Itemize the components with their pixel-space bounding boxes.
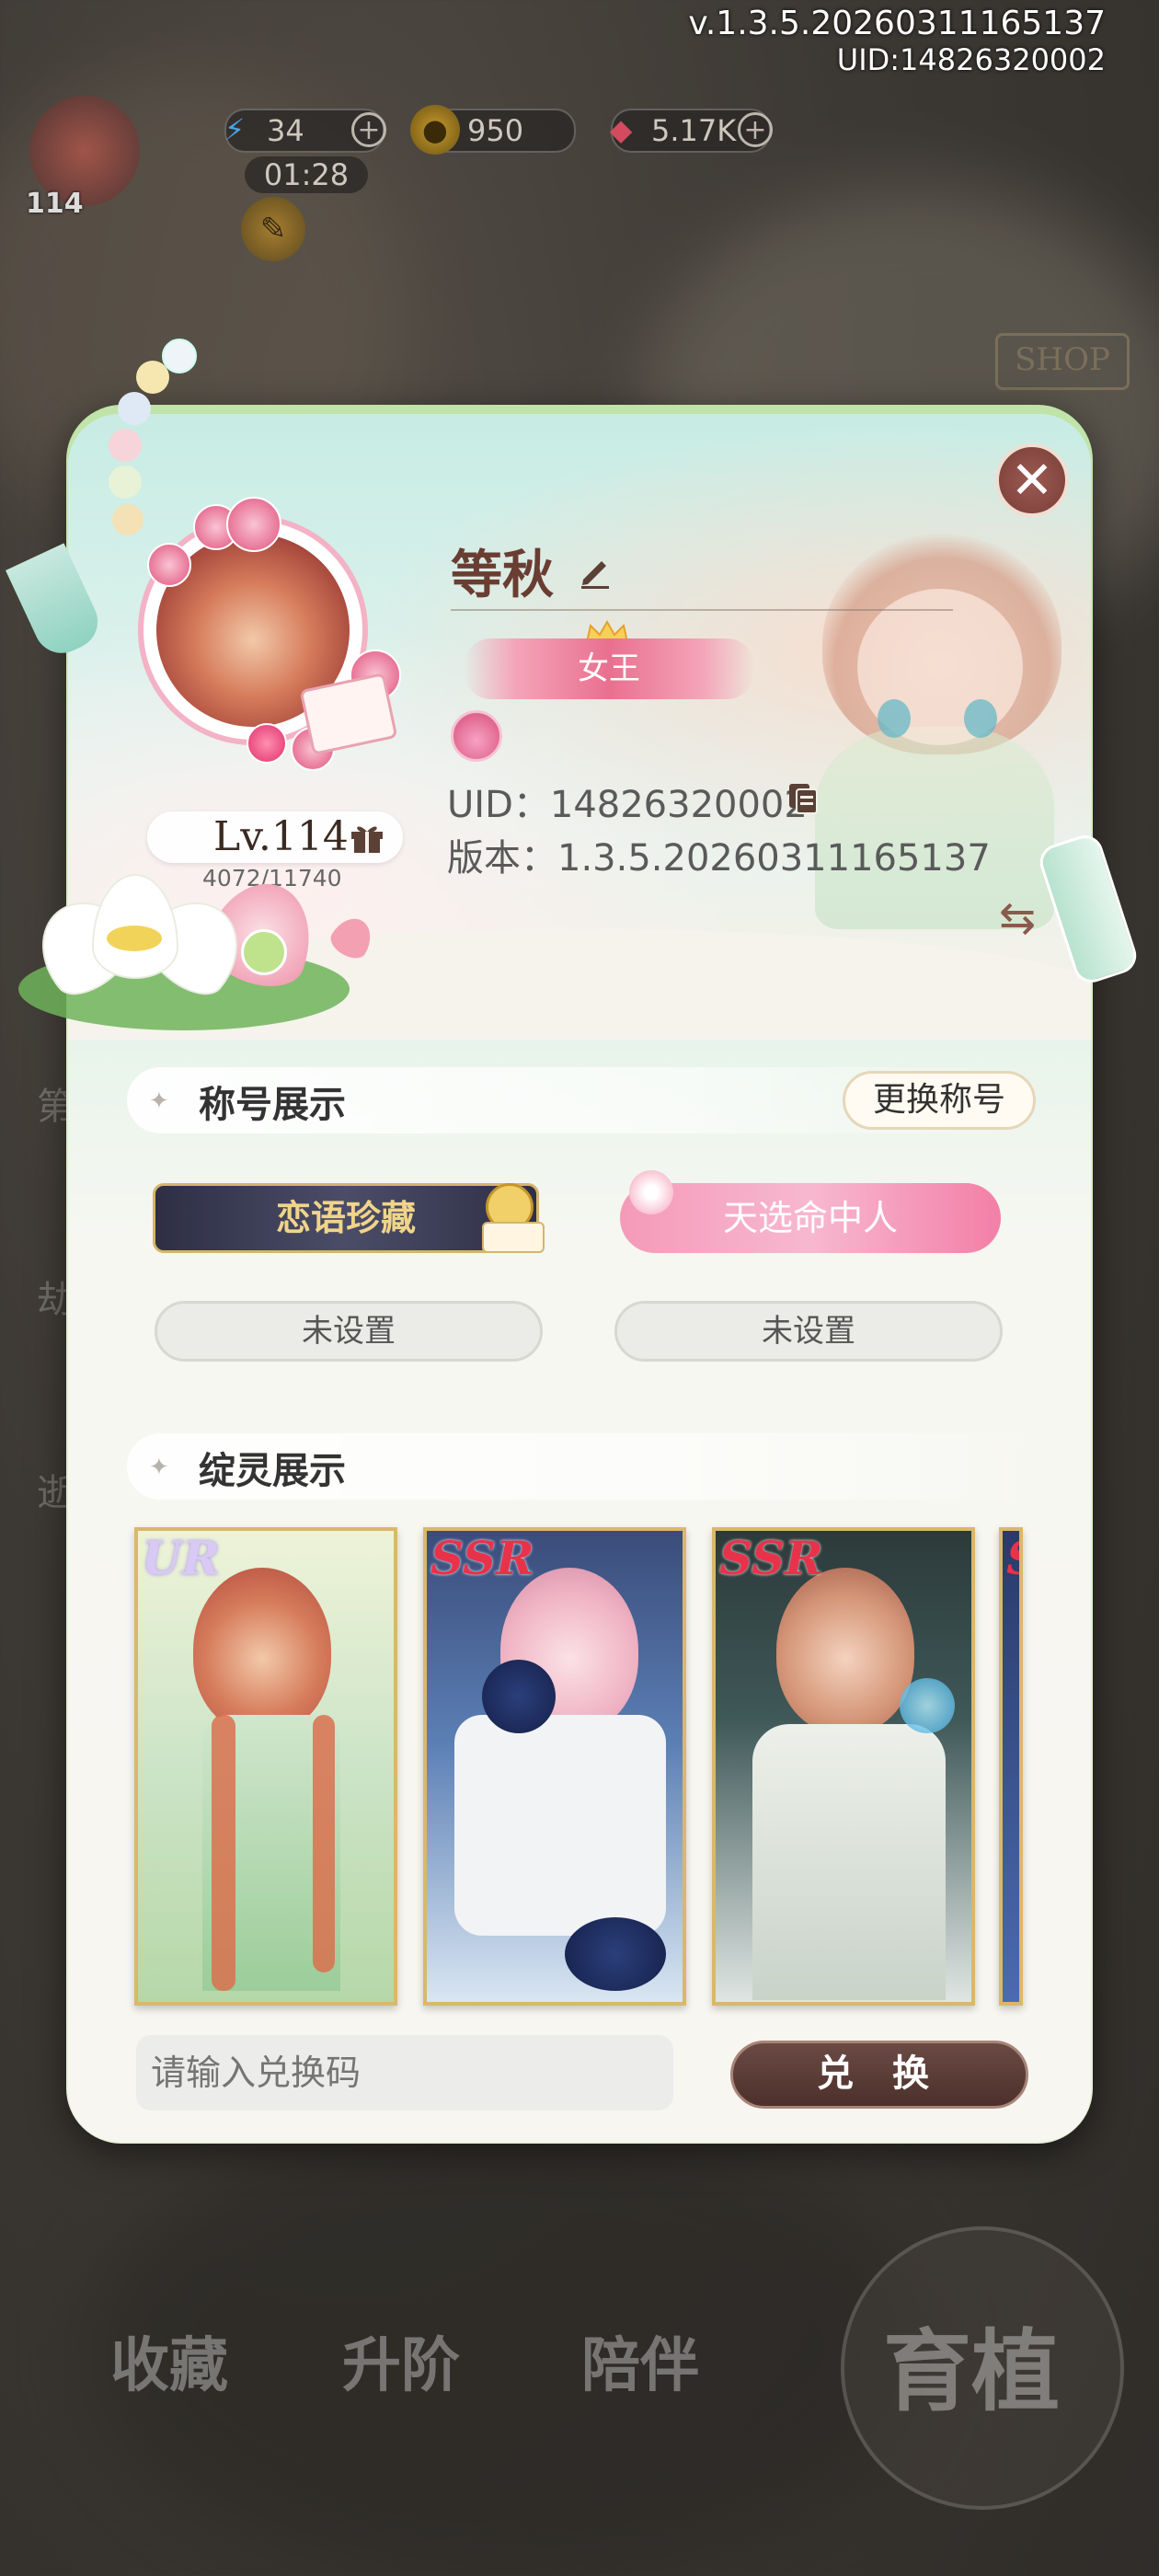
rose-decoration bbox=[226, 497, 281, 552]
close-button[interactable]: ✕ bbox=[995, 443, 1069, 517]
shop-sign[interactable]: SHOP bbox=[995, 333, 1130, 390]
nav-upgrade[interactable]: 升阶 bbox=[342, 2318, 460, 2403]
player-level: Lv.114 bbox=[213, 813, 349, 860]
version-text: v.1.3.5.20260311165137 bbox=[688, 5, 1106, 42]
heart-decoration bbox=[247, 723, 287, 764]
gold-counter: ● 950 bbox=[410, 105, 576, 155]
sparkle-icon: ✦ bbox=[149, 1087, 169, 1115]
cards-section-title: 绽灵展示 bbox=[199, 1449, 346, 1492]
chibi-eye bbox=[964, 699, 997, 738]
player-name: 等秋 bbox=[451, 545, 554, 605]
gramophone-icon bbox=[476, 1174, 548, 1257]
redeem-code-input[interactable] bbox=[136, 2035, 673, 2110]
copy-icon[interactable] bbox=[787, 782, 819, 815]
change-title-button[interactable]: 更换称号 bbox=[843, 1071, 1036, 1130]
card-item[interactable]: UR bbox=[134, 1527, 397, 2006]
title-badge-slot-2[interactable]: 天选命中人 bbox=[620, 1183, 1001, 1253]
player-level-small: 114 bbox=[26, 188, 84, 220]
coin-icon: ● bbox=[410, 105, 460, 155]
card-rarity: SSR bbox=[719, 1531, 823, 1585]
rose-decoration bbox=[147, 543, 191, 587]
gem-counter[interactable]: ◆ 5.17K + bbox=[610, 109, 773, 153]
swap-icon[interactable]: ⇆ bbox=[999, 892, 1036, 944]
pencil-icon[interactable] bbox=[578, 552, 614, 589]
nav-accompany[interactable]: 陪伴 bbox=[581, 2318, 699, 2403]
sparkle-icon: ✦ bbox=[149, 1454, 169, 1481]
card-figure bbox=[454, 1715, 666, 1936]
card-rarity: S bbox=[1006, 1531, 1019, 1585]
card-portrait bbox=[193, 1568, 331, 1733]
version-info: 版本：1.3.5.20260311165137 bbox=[447, 837, 991, 880]
card-rarity: SSR bbox=[430, 1531, 534, 1585]
titles-section-title: 称号展示 bbox=[199, 1083, 346, 1126]
title-badge-queen: 女王 bbox=[464, 638, 754, 699]
card-item[interactable]: SSR bbox=[423, 1527, 686, 2006]
card-portrait bbox=[776, 1568, 914, 1733]
add-gems-icon[interactable]: + bbox=[738, 112, 773, 147]
card-item[interactable]: S bbox=[999, 1527, 1023, 2006]
nav-collect[interactable]: 收藏 bbox=[110, 2318, 228, 2403]
uid-info: UID：14826320002 bbox=[447, 784, 808, 826]
card-item[interactable]: SSR bbox=[712, 1527, 975, 2006]
unset-slot-1[interactable]: 未设置 bbox=[155, 1301, 543, 1362]
gem-icon: ◆ bbox=[609, 112, 633, 147]
cards-section-header: ✦ 绽灵展示 bbox=[127, 1433, 1047, 1500]
lightning-icon: ⚡ bbox=[224, 112, 246, 147]
card-rarity: UR bbox=[142, 1531, 221, 1585]
start-merge-label: 育植 bbox=[883, 2319, 1060, 2423]
gift-icon[interactable] bbox=[350, 822, 384, 854]
name-underline bbox=[451, 609, 953, 611]
card-figure bbox=[752, 1724, 946, 2000]
close-icon: ✕ bbox=[1010, 451, 1054, 511]
energy-timer: 01:28 bbox=[245, 156, 368, 193]
add-energy-icon[interactable]: + bbox=[351, 112, 386, 147]
uid-text: UID:14826320002 bbox=[836, 42, 1106, 77]
chibi-eye bbox=[878, 699, 911, 738]
redeem-button[interactable]: 兑 换 bbox=[730, 2041, 1028, 2109]
energy-counter[interactable]: ⚡ 34 + bbox=[224, 109, 386, 153]
daily-bonus-icon[interactable]: ✎ bbox=[241, 197, 305, 261]
flower-icon bbox=[629, 1170, 673, 1214]
unset-slot-2[interactable]: 未设置 bbox=[614, 1301, 1003, 1362]
peach-icon bbox=[451, 710, 502, 762]
